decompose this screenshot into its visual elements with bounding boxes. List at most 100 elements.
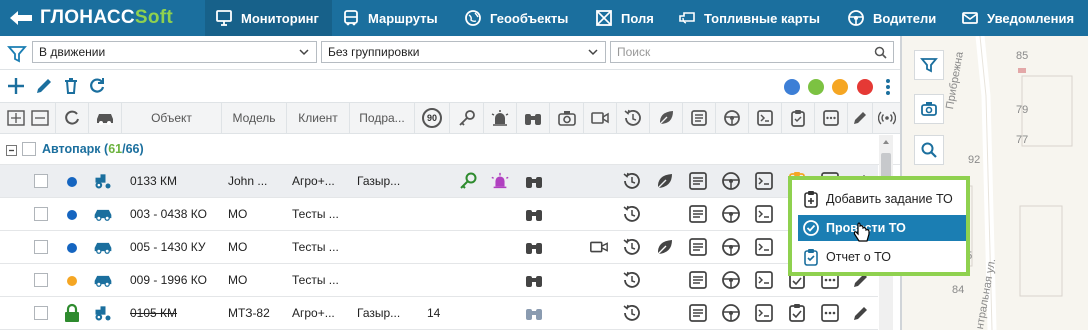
division-column-header[interactable]: Подра... bbox=[350, 103, 415, 133]
leaf-icon[interactable] bbox=[655, 171, 675, 191]
maintenance-column-header[interactable] bbox=[782, 103, 815, 133]
binoculars-icon[interactable] bbox=[524, 237, 544, 257]
nav-fuel-cards[interactable]: Топливные карты bbox=[668, 0, 837, 36]
binoculars-icon[interactable] bbox=[524, 270, 544, 290]
table-row[interactable]: 0133 КМ John ... Агро+... Газыр... bbox=[0, 165, 878, 198]
expand-collapse-header[interactable] bbox=[0, 103, 56, 133]
document-icon[interactable] bbox=[688, 171, 708, 191]
edit-icon[interactable] bbox=[34, 76, 54, 96]
model-column-header[interactable]: Модель bbox=[222, 103, 287, 133]
alarm-column-header[interactable] bbox=[484, 103, 517, 133]
terminal-column-header[interactable] bbox=[749, 103, 782, 133]
model-cell: МО bbox=[228, 207, 248, 221]
speed-column-header[interactable]: 90 bbox=[415, 103, 450, 133]
status-filter-select[interactable]: В движении bbox=[32, 41, 317, 63]
refresh-icon[interactable] bbox=[87, 76, 107, 96]
map-filter-button[interactable] bbox=[914, 50, 944, 80]
nav-geoobjects[interactable]: Геообъекты bbox=[454, 0, 585, 36]
lock-status-icon[interactable] bbox=[857, 79, 873, 95]
edit-column-header[interactable] bbox=[848, 103, 873, 133]
add-maintenance-task-item[interactable]: Добавить задание ТО bbox=[798, 186, 966, 212]
driver-column-header[interactable] bbox=[716, 103, 749, 133]
steering-wheel-icon[interactable] bbox=[721, 237, 741, 257]
video-camera-icon[interactable] bbox=[589, 237, 609, 257]
car-icon bbox=[97, 114, 113, 125]
leaf-icon[interactable] bbox=[655, 237, 675, 257]
group-checkbox[interactable] bbox=[22, 142, 36, 156]
document-icon[interactable] bbox=[688, 270, 708, 290]
filter-icon[interactable] bbox=[7, 44, 27, 64]
binoculars-icon[interactable] bbox=[524, 204, 544, 224]
steering-wheel-icon[interactable] bbox=[721, 303, 741, 323]
binoculars-icon[interactable] bbox=[524, 303, 544, 323]
terminal-icon[interactable] bbox=[754, 270, 774, 290]
app-logo[interactable]: ГЛОНАСС Soft bbox=[0, 0, 205, 36]
nav-notifications[interactable]: Уведомления bbox=[951, 0, 1088, 36]
history-icon[interactable] bbox=[622, 303, 642, 323]
table-row[interactable]: 005 - 1430 КУ МО Тесты ... bbox=[0, 231, 878, 264]
search-input[interactable]: Поиск bbox=[610, 41, 894, 63]
history-icon[interactable] bbox=[622, 270, 642, 290]
video-column-header[interactable] bbox=[584, 103, 617, 133]
object-column-header[interactable]: Объект bbox=[122, 103, 222, 133]
row-checkbox[interactable] bbox=[34, 273, 48, 287]
row-checkbox[interactable] bbox=[34, 240, 48, 254]
ignition-column-header[interactable] bbox=[450, 103, 484, 133]
document-icon[interactable] bbox=[688, 237, 708, 257]
client-column-header[interactable]: Клиент bbox=[287, 103, 350, 133]
vehicle-type-header[interactable] bbox=[89, 103, 122, 133]
group-row-autopark[interactable]: Автопарк (61/66) bbox=[0, 134, 900, 165]
document-column-header[interactable] bbox=[683, 103, 716, 133]
alarm-light-icon[interactable] bbox=[490, 171, 510, 191]
table-row[interactable]: 009 - 1996 КО МО Тесты ... bbox=[0, 264, 878, 297]
terminal-icon[interactable] bbox=[754, 171, 774, 191]
scroll-up-icon[interactable] bbox=[882, 138, 890, 146]
row-checkbox[interactable] bbox=[34, 174, 48, 188]
binoculars-icon[interactable] bbox=[524, 171, 544, 191]
nav-fields[interactable]: Поля bbox=[585, 0, 668, 36]
grouping-select[interactable]: Без группировки bbox=[321, 41, 606, 63]
maintenance-clipboard-icon[interactable] bbox=[787, 303, 807, 323]
ok-status-icon[interactable] bbox=[808, 79, 824, 95]
history-icon[interactable] bbox=[622, 204, 642, 224]
history-icon[interactable] bbox=[622, 171, 642, 191]
history-icon[interactable] bbox=[622, 237, 642, 257]
perform-maintenance-item[interactable]: Провести ТО bbox=[798, 215, 966, 241]
history-column-header[interactable] bbox=[617, 103, 650, 133]
pause-status-icon[interactable] bbox=[784, 79, 800, 95]
steering-wheel-icon[interactable] bbox=[721, 171, 741, 191]
eco-column-header[interactable] bbox=[650, 103, 683, 133]
terminal-icon[interactable] bbox=[754, 237, 774, 257]
document-icon[interactable] bbox=[688, 303, 708, 323]
photo-column-header[interactable] bbox=[550, 103, 584, 133]
terminal-icon[interactable] bbox=[754, 303, 774, 323]
key-icon[interactable] bbox=[458, 171, 478, 191]
status-header[interactable] bbox=[56, 103, 89, 133]
signal-column-header[interactable] bbox=[873, 103, 900, 133]
nav-routes[interactable]: Маршруты bbox=[332, 0, 454, 36]
steering-wheel-icon[interactable] bbox=[721, 204, 741, 224]
binoculars-column-header[interactable] bbox=[517, 103, 550, 133]
terminal-icon[interactable] bbox=[754, 204, 774, 224]
table-row[interactable]: 0105 КМ МТЗ-82 Агро+... Газыр... 14 bbox=[0, 297, 878, 330]
object-cell: 009 - 1996 КО bbox=[130, 273, 207, 287]
more-horizontal-icon[interactable] bbox=[820, 303, 840, 323]
pencil-icon[interactable] bbox=[851, 303, 871, 323]
cancel-status-icon[interactable] bbox=[832, 79, 848, 95]
more-vertical-icon[interactable] bbox=[884, 78, 892, 96]
nav-drivers[interactable]: Водители bbox=[837, 0, 951, 36]
maintenance-report-item[interactable]: Отчет о ТО bbox=[798, 244, 966, 270]
map-house-number: 77 bbox=[1016, 134, 1029, 146]
map-screenshot-button[interactable] bbox=[914, 94, 944, 124]
row-checkbox[interactable] bbox=[34, 207, 48, 221]
steering-wheel-icon[interactable] bbox=[721, 270, 741, 290]
delete-icon[interactable] bbox=[61, 76, 81, 96]
table-row[interactable]: 003 - 0438 КО МО Тесты ... bbox=[0, 198, 878, 231]
map-search-button[interactable] bbox=[914, 135, 944, 165]
more-column-header[interactable] bbox=[815, 103, 848, 133]
row-checkbox[interactable] bbox=[34, 306, 48, 320]
nav-monitoring[interactable]: Мониторинг bbox=[205, 0, 332, 36]
collapse-group-icon[interactable] bbox=[6, 145, 17, 156]
document-icon[interactable] bbox=[688, 204, 708, 224]
add-icon[interactable] bbox=[6, 76, 26, 96]
